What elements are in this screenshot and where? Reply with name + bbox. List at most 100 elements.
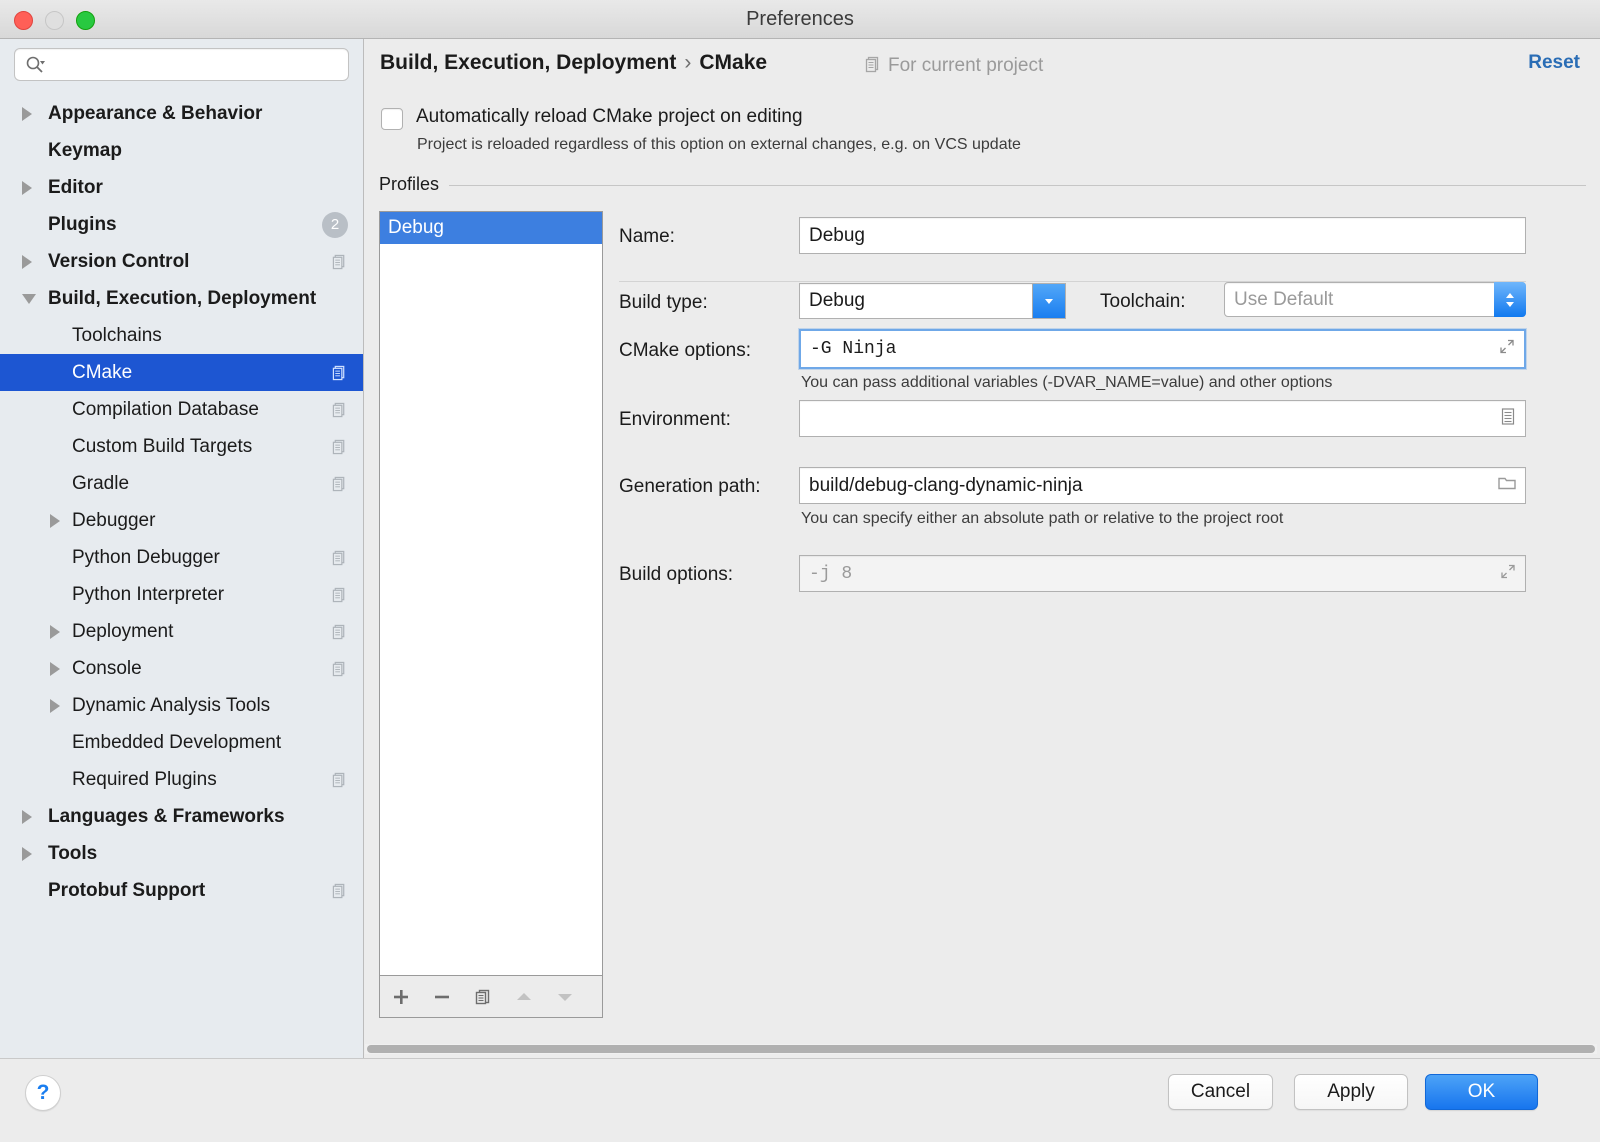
stepper-icon[interactable] <box>1494 282 1526 317</box>
dialog-footer: ? Cancel Apply OK <box>0 1058 1600 1142</box>
toolchain-label: Toolchain: <box>1100 291 1186 313</box>
sidebar-item-label: Protobuf Support <box>48 872 205 909</box>
sidebar-item-protobuf-support[interactable]: Protobuf Support <box>0 872 363 909</box>
sidebar-item-editor[interactable]: Editor <box>0 169 363 206</box>
sidebar-item-appearance-behavior[interactable]: Appearance & Behavior <box>0 95 363 132</box>
search-icon <box>25 55 45 75</box>
sidebar-item-build-execution-deployment[interactable]: Build, Execution, Deployment <box>0 280 363 317</box>
sidebar-item-label: Compilation Database <box>72 391 259 428</box>
profiles-group-title: Profiles <box>379 174 449 195</box>
project-icon <box>865 56 881 79</box>
search-field-wrapper[interactable] <box>14 48 349 81</box>
sidebar-item-keymap[interactable]: Keymap <box>0 132 363 169</box>
reset-link[interactable]: Reset <box>1528 52 1580 74</box>
cmake-options-label: CMake options: <box>619 340 751 362</box>
chevron-right-icon[interactable] <box>50 699 60 713</box>
chevron-right-icon[interactable] <box>50 514 60 528</box>
project-icon <box>332 624 347 640</box>
breadcrumb: Build, Execution, Deployment›CMake <box>380 51 767 75</box>
sidebar-item-label: Required Plugins <box>72 761 217 798</box>
scrollbar-thumb[interactable] <box>367 1045 1595 1053</box>
breadcrumb-separator: › <box>684 51 691 74</box>
chevron-down-icon[interactable] <box>22 294 36 304</box>
sidebar-item-version-control[interactable]: Version Control <box>0 243 363 280</box>
chevron-right-icon[interactable] <box>22 181 32 195</box>
project-icon <box>332 587 347 603</box>
cmake-options-hint: You can pass additional variables (-DVAR… <box>801 374 1332 392</box>
auto-reload-hint: Project is reloaded regardless of this o… <box>417 136 1021 154</box>
sidebar-item-deployment[interactable]: Deployment <box>0 613 363 650</box>
help-button[interactable]: ? <box>25 1075 61 1111</box>
build-type-label: Build type: <box>619 292 708 314</box>
name-field-value: Debug <box>809 218 1495 253</box>
generation-path-value: build/debug-clang-dynamic-ninja <box>809 468 1495 503</box>
profiles-list[interactable]: Debug <box>379 211 603 976</box>
breadcrumb-parent[interactable]: Build, Execution, Deployment <box>380 51 676 74</box>
environment-value <box>809 401 1495 436</box>
sidebar-item-cmake[interactable]: CMake <box>0 354 363 391</box>
for-current-project-label: For current project <box>865 55 1043 79</box>
sidebar-item-plugins[interactable]: Plugins2 <box>0 206 363 243</box>
chevron-right-icon[interactable] <box>22 810 32 824</box>
sidebar-item-label: Dynamic Analysis Tools <box>72 687 270 724</box>
add-profile-button[interactable] <box>380 976 421 1018</box>
move-profile-up-button[interactable] <box>503 976 544 1018</box>
cmake-options-field[interactable]: -G Ninja <box>799 329 1526 369</box>
sidebar-item-compilation-database[interactable]: Compilation Database <box>0 391 363 428</box>
sidebar-item-gradle[interactable]: Gradle <box>0 465 363 502</box>
sidebar-item-dynamic-analysis-tools[interactable]: Dynamic Analysis Tools <box>0 687 363 724</box>
sidebar-item-label: Debugger <box>72 502 155 539</box>
profile-list-item[interactable]: Debug <box>380 212 602 244</box>
sidebar-item-toolchains[interactable]: Toolchains <box>0 317 363 354</box>
sidebar-item-languages-frameworks[interactable]: Languages & Frameworks <box>0 798 363 835</box>
auto-reload-row[interactable]: Automatically reload CMake project on ed… <box>381 106 803 130</box>
copy-profile-icon[interactable] <box>462 976 503 1018</box>
environment-field[interactable] <box>799 400 1526 437</box>
sidebar-item-debugger[interactable]: Debugger <box>0 502 363 539</box>
apply-button[interactable]: Apply <box>1294 1074 1408 1110</box>
cancel-button[interactable]: Cancel <box>1168 1074 1273 1110</box>
remove-profile-button[interactable] <box>421 976 462 1018</box>
toolchain-select[interactable]: Use Default <box>1224 282 1526 317</box>
sidebar-item-console[interactable]: Console <box>0 650 363 687</box>
sidebar-item-label: Languages & Frameworks <box>48 798 285 835</box>
chevron-right-icon[interactable] <box>22 107 32 121</box>
chevron-right-icon[interactable] <box>22 847 32 861</box>
environment-variables-icon[interactable] <box>1499 406 1517 431</box>
toolchain-value: Use Default <box>1234 283 1495 316</box>
build-type-value: Debug <box>809 284 1035 318</box>
chevron-down-icon[interactable] <box>1032 284 1065 318</box>
chevron-right-icon[interactable] <box>50 625 60 639</box>
folder-icon[interactable] <box>1497 474 1517 497</box>
expand-icon[interactable] <box>1498 338 1516 361</box>
project-icon <box>332 550 347 566</box>
generation-path-field[interactable]: build/debug-clang-dynamic-ninja <box>799 467 1526 504</box>
search-input[interactable] <box>54 48 343 83</box>
content-horizontal-scrollbar[interactable] <box>365 1044 1597 1054</box>
auto-reload-checkbox[interactable] <box>381 108 403 130</box>
chevron-right-icon[interactable] <box>50 662 60 676</box>
project-icon <box>332 439 347 455</box>
name-field[interactable]: Debug <box>799 217 1526 254</box>
sidebar-item-label: CMake <box>72 354 132 391</box>
sidebar-item-embedded-development[interactable]: Embedded Development <box>0 724 363 761</box>
generation-path-hint: You can specify either an absolute path … <box>801 510 1283 528</box>
sidebar-item-python-debugger[interactable]: Python Debugger <box>0 539 363 576</box>
sidebar-item-label: Version Control <box>48 243 189 280</box>
environment-label: Environment: <box>619 409 731 431</box>
sidebar-item-tools[interactable]: Tools <box>0 835 363 872</box>
settings-sidebar: Appearance & BehaviorKeymapEditorPlugins… <box>0 39 364 1058</box>
chevron-right-icon[interactable] <box>22 255 32 269</box>
build-options-field[interactable]: -j 8 <box>799 555 1526 592</box>
ok-button[interactable]: OK <box>1425 1074 1538 1110</box>
sidebar-item-python-interpreter[interactable]: Python Interpreter <box>0 576 363 613</box>
project-icon <box>332 254 347 270</box>
expand-icon[interactable] <box>1499 562 1517 585</box>
move-profile-down-button[interactable] <box>544 976 585 1018</box>
build-type-combo[interactable]: Debug <box>799 283 1066 319</box>
build-options-value: -j 8 <box>809 556 1495 591</box>
profiles-group-rule <box>379 185 1586 186</box>
sidebar-item-required-plugins[interactable]: Required Plugins <box>0 761 363 798</box>
sidebar-item-label: Tools <box>48 835 97 872</box>
sidebar-item-custom-build-targets[interactable]: Custom Build Targets <box>0 428 363 465</box>
